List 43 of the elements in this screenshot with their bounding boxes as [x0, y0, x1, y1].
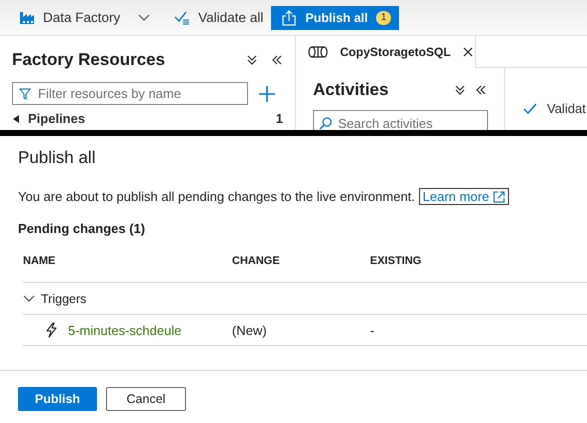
section-heading: Pending changes (1) — [18, 221, 146, 236]
item-count: 1 — [276, 111, 283, 126]
close-icon[interactable] — [462, 47, 473, 57]
column-header: EXISTING — [370, 255, 422, 267]
count-badge: 1 — [376, 10, 392, 24]
learn-more-link[interactable]: Learn more — [418, 188, 510, 205]
trigger-name[interactable]: 5-minutes-schdeule — [68, 322, 182, 338]
validate-button[interactable]: Validat — [547, 101, 586, 116]
editor-tab[interactable]: CopyStoragetoSQL — [296, 36, 476, 68]
chevron-icon[interactable] — [23, 294, 35, 302]
collapse-pane-icon[interactable] — [271, 54, 283, 66]
checklist-icon — [174, 10, 190, 24]
column-header: CHANGE — [232, 255, 281, 267]
collapse-pane-icon[interactable] — [475, 84, 487, 96]
panel-title: Factory Resources — [12, 50, 166, 70]
publish-button[interactable]: Publish — [18, 387, 97, 411]
search-field[interactable]: Search activities — [313, 110, 488, 130]
collapse-all-icon[interactable] — [454, 84, 466, 96]
factory-name[interactable]: Data Factory — [43, 10, 120, 25]
dialog-title: Publish all — [18, 148, 96, 168]
collapse-all-icon[interactable] — [246, 54, 258, 66]
filter-icon — [19, 88, 31, 100]
factory-icon — [19, 10, 35, 24]
table-cell-text: (New) — [232, 322, 268, 338]
filter-field[interactable]: Filter resources by name — [12, 82, 248, 105]
pipeline-icon — [308, 46, 328, 58]
validate-all-button[interactable]: Validate all — [198, 10, 264, 25]
publish-all-button[interactable]: Publish all 1 — [271, 6, 400, 30]
lightning-icon — [45, 322, 58, 338]
column-header: NAME — [23, 255, 56, 267]
upload-icon — [281, 10, 298, 26]
group-label[interactable]: Triggers — [41, 292, 86, 306]
dialog-message: You are about to publish all pending changes to the live environment. — [18, 189, 416, 204]
tree-item[interactable]: Pipelines — [28, 111, 268, 126]
table-cell-text: - — [370, 322, 376, 338]
chevron-down-icon[interactable] — [138, 14, 150, 22]
expand-icon[interactable] — [13, 114, 19, 122]
cancel-button[interactable]: Cancel — [106, 387, 186, 411]
add-icon[interactable] — [258, 84, 276, 102]
check-icon — [523, 102, 537, 114]
search-icon — [319, 117, 332, 130]
external-link-icon — [493, 190, 506, 202]
panel-title: Activities — [313, 80, 390, 100]
